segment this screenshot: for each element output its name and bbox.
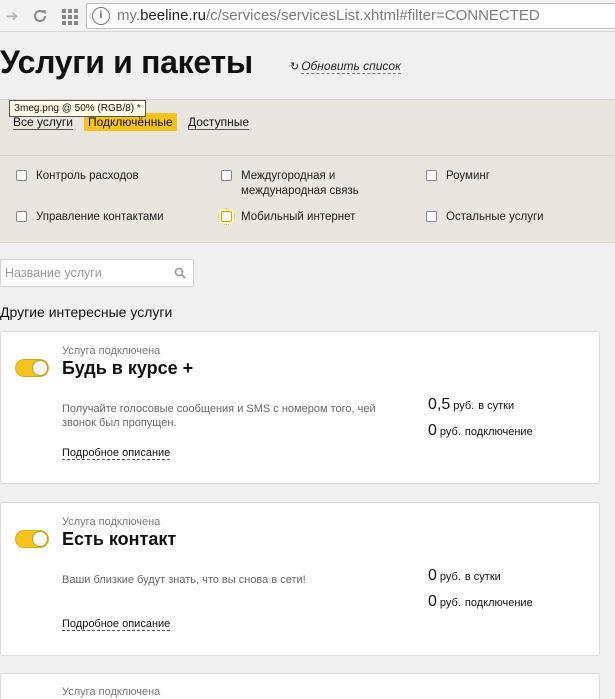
category-label: Междугородная и международная связь [241, 170, 359, 197]
price-connection: 0 руб. подключение [428, 422, 533, 440]
service-search-input[interactable] [5, 264, 165, 282]
category-contact-management[interactable]: Управление контактами [16, 210, 164, 225]
refresh-icon: ↻ [290, 60, 300, 73]
category-mobile-internet[interactable]: Мобильный интернет [218, 208, 356, 225]
service-description: Ваши близкие будут знать, что вы снова в… [62, 574, 306, 586]
service-details-link[interactable]: Подробное описание [62, 447, 171, 460]
category-label: Мобильный интернет [241, 211, 356, 223]
service-details-link[interactable]: Подробное описание [62, 618, 171, 631]
price-connection: 0 руб. подключение [428, 593, 533, 611]
reload-icon[interactable] [30, 6, 50, 26]
checkbox[interactable] [16, 211, 27, 222]
price-currency: руб. [453, 400, 475, 412]
price-value: 0 [428, 567, 437, 584]
browser-toolbar: ➔ i my.beeline.ru/c/services/servicesLis… [0, 0, 615, 32]
refresh-list-label: Обновить список [301, 59, 401, 74]
price-currency: руб. [439, 597, 461, 609]
category-other-services[interactable]: Остальные услуги [426, 210, 544, 225]
service-description: Получайте голосовые сообщения и SMS с но… [62, 403, 376, 429]
service-search [0, 259, 194, 287]
forward-arrow-icon[interactable]: ➔ [2, 6, 22, 26]
image-tooltip: Зmeg.png @ 50% (RGB/8) * [9, 100, 146, 117]
category-label: Остальные услуги [446, 211, 544, 223]
price-period: в сутки [478, 400, 515, 412]
checkbox[interactable] [426, 211, 437, 222]
refresh-list-link[interactable]: ↻ Обновить список [290, 59, 401, 74]
service-card: Услуга подключена Есть контакт Ваши близ… [0, 502, 600, 656]
category-long-distance[interactable]: Междугородная и международная связь [221, 169, 371, 199]
tab-connected-label: Подключённые [88, 115, 173, 129]
service-card: Услуга подключена Будь в курсе + Получай… [0, 331, 600, 484]
toggle-knob [33, 361, 47, 375]
tab-available-label: Доступные [188, 115, 249, 130]
service-toggle[interactable] [15, 359, 49, 377]
url-text: my.beeline.ru/c/services/servicesList.xh… [117, 7, 540, 24]
category-roaming[interactable]: Роуминг [426, 169, 490, 184]
service-name: Будь в курсе + [62, 358, 194, 378]
price-currency: руб. [439, 426, 461, 438]
search-icon[interactable] [174, 267, 186, 279]
price-value: 0 [428, 593, 437, 610]
toggle-knob [33, 532, 47, 546]
checkbox[interactable] [16, 170, 27, 181]
checkbox[interactable] [221, 211, 232, 222]
tab-available[interactable]: Доступные [184, 113, 253, 131]
checkbox[interactable] [426, 170, 437, 181]
service-status: Услуга подключена [62, 516, 161, 528]
url-host: beeline.ru [140, 7, 206, 24]
price-value: 0 [428, 422, 437, 439]
url-path: /c/services/servicesList.xhtml#filter=CO… [205, 7, 540, 24]
category-label: Контроль расходов [36, 170, 139, 182]
address-bar[interactable]: i my.beeline.ru/c/services/servicesList.… [86, 3, 615, 29]
price-daily: 0,5 руб. в сутки [428, 396, 514, 414]
price-value: 0,5 [428, 396, 451, 413]
category-expense-control[interactable]: Контроль расходов [16, 169, 139, 184]
apps-grid-icon[interactable] [60, 6, 80, 26]
service-status: Услуга подключена [62, 345, 161, 357]
section-title: Другие интересные услуги [0, 304, 173, 320]
category-label: Управление контактами [36, 211, 164, 223]
service-name: Есть контакт [62, 529, 177, 549]
price-daily: 0 руб. в сутки [428, 567, 501, 585]
category-filters: Контроль расходов Междугородная и междун… [0, 155, 615, 243]
price-period: подключение [464, 426, 533, 438]
reload-icon-svg [34, 9, 46, 22]
service-toggle[interactable] [15, 530, 49, 548]
page-title: Услуги и пакеты [0, 44, 253, 80]
url-prefix: my. [117, 7, 141, 24]
checkbox[interactable] [221, 170, 232, 181]
price-period: подключение [464, 597, 533, 609]
tab-all-services-label: Все услуги [13, 115, 73, 130]
price-period: в сутки [464, 571, 501, 583]
price-currency: руб. [439, 571, 461, 583]
service-status: Услуга подключена [62, 686, 161, 698]
page-info-icon[interactable]: i [92, 7, 110, 25]
service-card: Услуга подключена [0, 673, 600, 699]
